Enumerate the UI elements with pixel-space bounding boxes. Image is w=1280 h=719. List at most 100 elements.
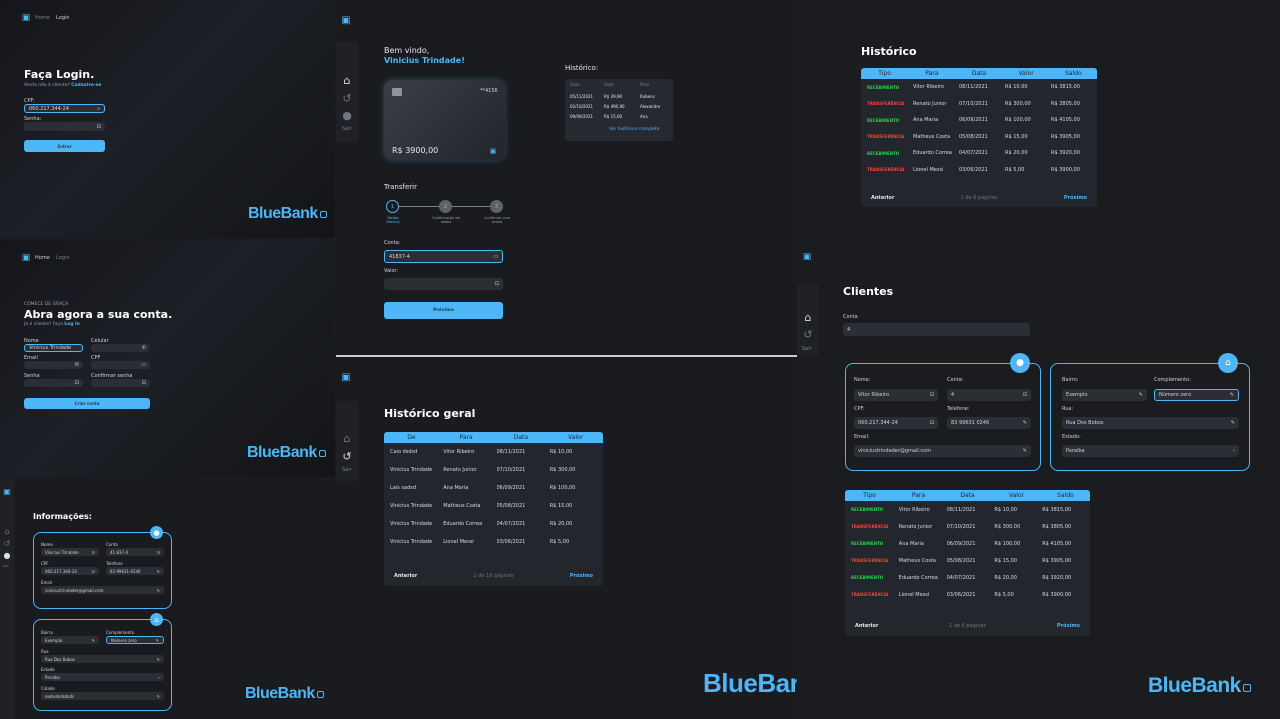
celular-input[interactable]: ✆ [91, 344, 150, 352]
home-icon[interactable]: ⌂ [341, 432, 353, 444]
table-cell: TRANSFERÊNCIA [867, 134, 905, 140]
valor-input[interactable]: ⊡ [384, 278, 503, 290]
conta-label: Conta: [384, 240, 401, 246]
cidade-field[interactable]: eiohsdsdsdsds ✎ [41, 692, 164, 700]
complemento-field[interactable]: Número zero ✎ [106, 636, 164, 644]
conta-field[interactable]: 41.837-4 ⊡ [106, 548, 164, 556]
col-valor: Valor [604, 82, 615, 87]
step-3-label: Confirmar com senha [484, 216, 510, 224]
next-button[interactable]: Próximo [570, 573, 593, 579]
cpf-field[interactable]: 060.217.344-24 ⊡ [41, 567, 99, 575]
edit-icon[interactable]: ✎ [157, 657, 160, 662]
rua-field[interactable]: Rua Dos Bobos ✎ [1062, 417, 1239, 429]
table-cell: 05/08/2021 [959, 133, 988, 140]
prev-button[interactable]: Anterior [855, 623, 878, 629]
house-icon: ⌂ [1218, 353, 1238, 373]
nome-field[interactable]: Vinicius Trindade ⊡ [41, 548, 99, 556]
home-icon[interactable]: ⌂ [802, 311, 814, 323]
step-2[interactable]: 2 [439, 200, 452, 213]
user-icon: ● [150, 526, 163, 539]
telefone-field[interactable]: 83 99631 0246 ✎ [947, 417, 1031, 429]
logout-link[interactable]: Sair [802, 346, 812, 352]
estado-select[interactable]: Paraíba › [41, 673, 164, 681]
cpf-input[interactable]: 060.217.344-24 ⌕ [24, 104, 105, 113]
edit-icon[interactable]: ✎ [156, 638, 159, 643]
bairro-field[interactable]: Exemplo ✎ [41, 636, 99, 644]
edit-icon[interactable]: ✎ [157, 694, 160, 699]
telefone-field[interactable]: 83 99631-0246 ✎ [106, 567, 164, 575]
cpf-field[interactable]: 060.217.344-24 ⊡ [854, 417, 938, 429]
edit-icon[interactable]: ✎ [1023, 420, 1027, 426]
logout-link[interactable]: Sair [342, 467, 352, 473]
email-field[interactable]: viniciustrindader@gmail.com ✎ [41, 586, 164, 594]
signup-link[interactable]: Cadastre-se [71, 83, 101, 88]
user-icon[interactable]: ● [2, 551, 12, 561]
edit-icon[interactable]: ✎ [1139, 392, 1143, 398]
login-link[interactable]: Log In [64, 322, 80, 327]
dashboard-screen: ▣ ⌂ ↺ ● Sair Bem vindo, Vinicius Trindad… [336, 0, 798, 355]
estado-select[interactable]: Paraíba › [1062, 445, 1239, 457]
email-field[interactable]: viniciustrindader@gmail.com ✎ [854, 445, 1031, 457]
email-input[interactable]: ✉ [24, 361, 83, 369]
complemento-field[interactable]: Número zero ✎ [1154, 389, 1239, 401]
bank-logo-icon: ▣ [802, 251, 812, 262]
logout-link[interactable]: Sair [3, 564, 9, 568]
breadcrumb-login[interactable]: Login [56, 255, 70, 261]
table-cell: R$ 10,00 [549, 449, 573, 455]
step-1[interactable]: 1 [386, 200, 399, 213]
table-row: Vinicius Trindade Renato Junior 07/10/2021… [384, 461, 603, 479]
next-button[interactable]: Próximo [384, 302, 503, 319]
lock-icon: ⊡ [141, 380, 146, 386]
edit-icon[interactable]: ✎ [157, 569, 160, 574]
cpf-input[interactable]: ▭ [91, 361, 150, 369]
mail-icon: ✉ [74, 362, 79, 368]
prev-button[interactable]: Anterior [394, 573, 417, 579]
conta-search-input[interactable]: 4 [843, 323, 1030, 336]
logout-link[interactable]: Sair [342, 126, 352, 132]
bank-logo-icon: ▣ [489, 146, 497, 155]
password-input[interactable]: ⊡ [24, 122, 105, 131]
breadcrumb-home[interactable]: Home [35, 15, 50, 21]
table-cell: R$ 10,00 [1005, 84, 1028, 91]
edit-icon[interactable]: ✎ [157, 588, 160, 593]
id-icon: ▭ [493, 253, 498, 260]
complemento-label: Complemento [106, 630, 135, 635]
history-icon[interactable]: ↺ [802, 328, 814, 340]
conta-field[interactable]: 4 ⊡ [947, 389, 1031, 401]
next-button[interactable]: Próximo [1057, 623, 1080, 629]
login-button[interactable]: Entrar [24, 140, 105, 152]
history-icon[interactable]: ↺ [2, 539, 12, 549]
table-cell: 03/06/2021 [496, 539, 526, 545]
table-cell: TRANSFERÊNCIA [851, 592, 889, 597]
home-icon[interactable]: ⌂ [2, 527, 12, 537]
nome-input[interactable]: Vinicius Trindade [24, 344, 83, 352]
full-history-link[interactable]: Ver histórico completo [609, 127, 660, 132]
edit-icon[interactable]: ✎ [92, 638, 95, 643]
house-icon: ⌂ [150, 613, 163, 626]
lock-icon: ⊡ [494, 281, 499, 287]
bank-logo-icon: ▣ [341, 372, 351, 383]
senha-input[interactable]: ⊡ [24, 379, 83, 387]
edit-icon[interactable]: ✎ [1231, 420, 1235, 426]
edit-icon[interactable]: ✎ [1230, 392, 1234, 398]
history-icon[interactable]: ↺ [341, 92, 353, 104]
home-icon[interactable]: ⌂ [341, 74, 353, 86]
history-icon[interactable]: ↺ [341, 450, 353, 462]
bairro-label: Bairro: [1062, 377, 1079, 383]
nome-field[interactable]: Vitor Ribeiro ⊡ [854, 389, 938, 401]
create-account-button[interactable]: Criar conta [24, 398, 150, 409]
confirmar-input[interactable]: ⊡ [91, 379, 150, 387]
breadcrumb-home[interactable]: Home [35, 255, 50, 261]
prev-button[interactable]: Anterior [871, 195, 894, 201]
bank-logo-icon: ▣ [21, 252, 31, 263]
bairro-field[interactable]: Exemplo ✎ [1062, 389, 1147, 401]
conta-input[interactable]: 41837-4 ▭ [384, 250, 503, 263]
col-para: Para [925, 70, 939, 77]
user-icon[interactable]: ● [341, 109, 353, 121]
table-cell: 07/10/2021 [959, 100, 988, 107]
rua-field[interactable]: Rua Dos Bobos ✎ [41, 655, 164, 663]
conta-search-label: Conta [843, 314, 858, 320]
edit-icon[interactable]: ✎ [1023, 448, 1027, 454]
next-button[interactable]: Próximo [1064, 195, 1087, 201]
step-3[interactable]: 3 [490, 200, 503, 213]
